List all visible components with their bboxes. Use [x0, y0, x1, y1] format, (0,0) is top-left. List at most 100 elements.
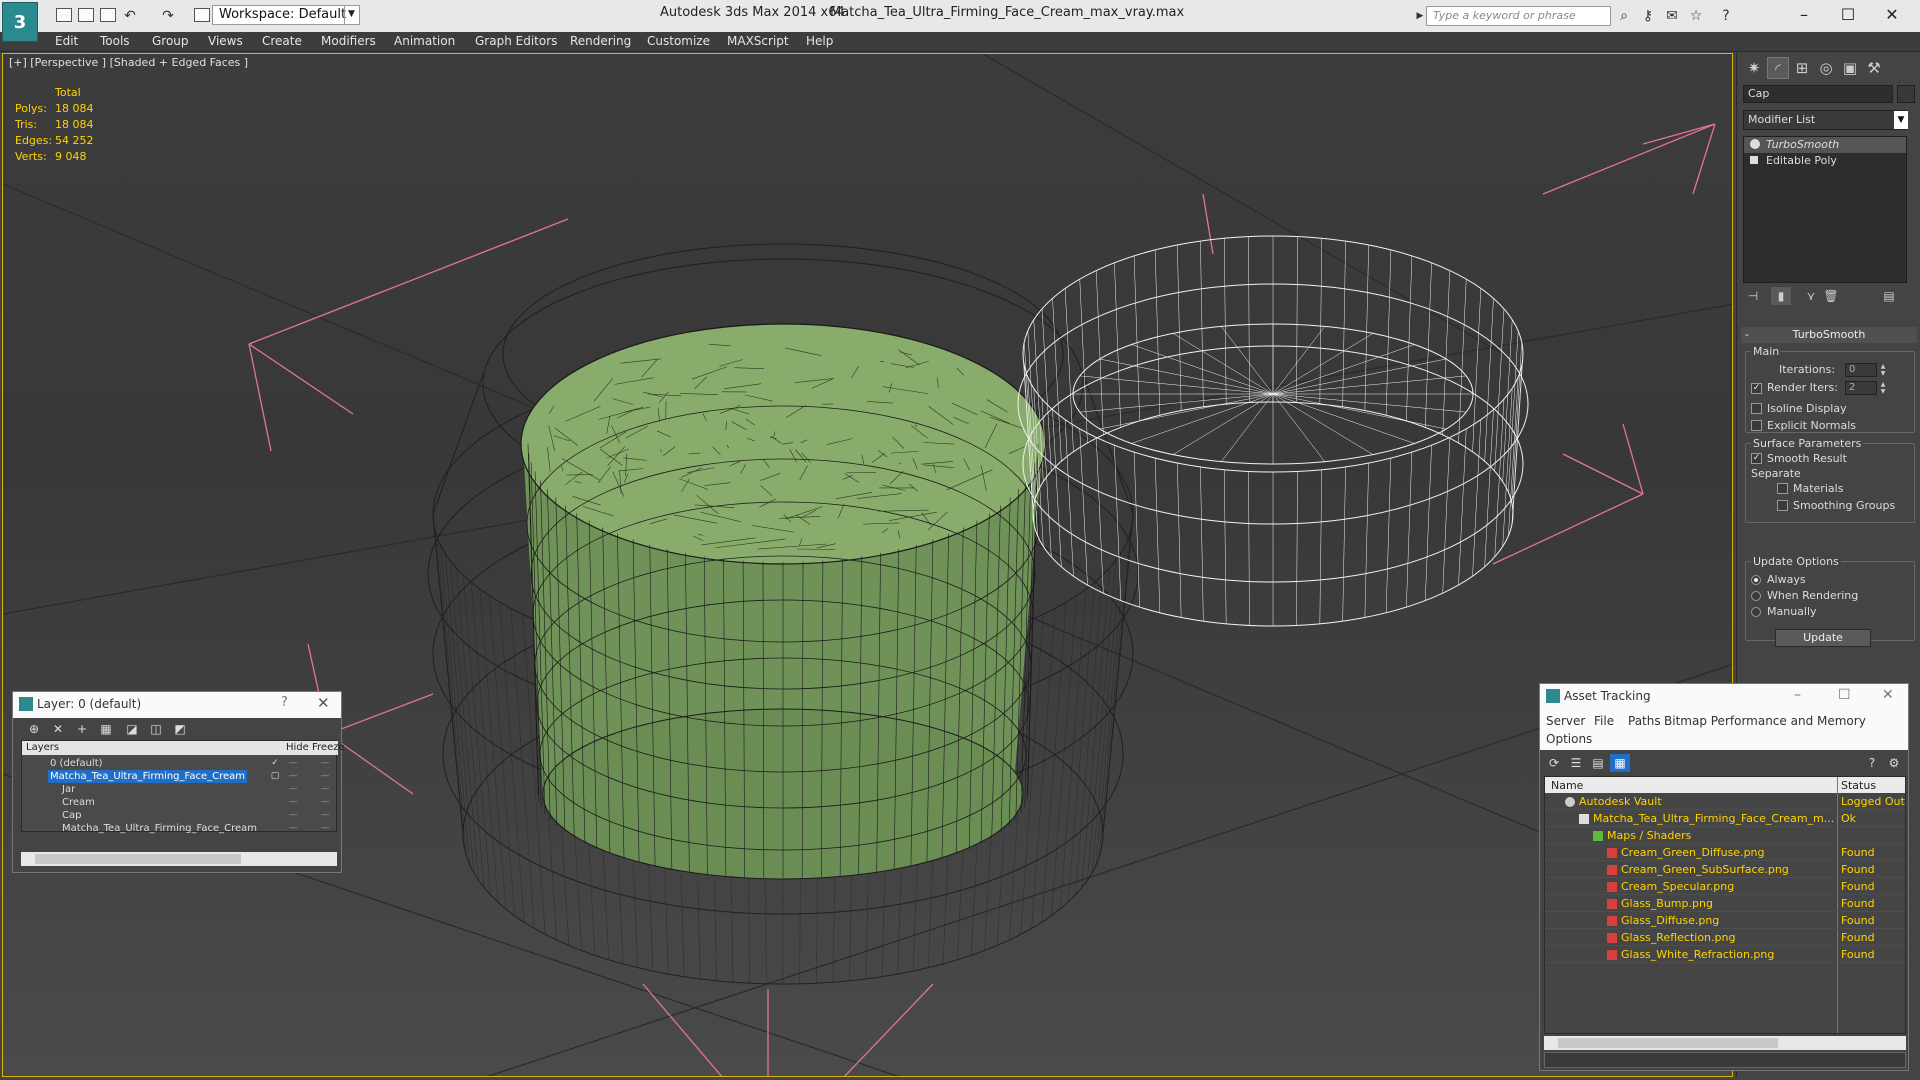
help-icon[interactable]: ?	[1718, 8, 1734, 24]
expand-icon[interactable]	[1750, 156, 1758, 164]
freeze-toggle[interactable]: —	[318, 822, 332, 835]
explicit-normals-checkbox[interactable]	[1751, 420, 1762, 431]
select-objects-icon[interactable]: ▦	[97, 721, 115, 737]
col-hide[interactable]: Hide	[286, 742, 309, 753]
create-tab-icon[interactable]: ✷	[1743, 57, 1765, 79]
create-layer-icon[interactable]: ⊕	[25, 721, 43, 737]
asset-row[interactable]: Cream_Specular.png Found	[1545, 878, 1905, 895]
open-file-icon[interactable]	[78, 8, 94, 22]
workspace-dropdown[interactable]: Workspace: Default	[212, 5, 360, 25]
layer-row[interactable]: Cream — —	[22, 796, 338, 809]
table-view-icon[interactable]: ▦	[1610, 754, 1630, 772]
asset-row[interactable]: Glass_White_Refraction.png Found	[1545, 946, 1905, 963]
freeze-toggle[interactable]: —	[318, 809, 332, 822]
stack-item-turbosmooth[interactable]: TurboSmooth	[1744, 137, 1906, 153]
motion-tab-icon[interactable]: ◎	[1815, 57, 1837, 79]
isoline-checkbox[interactable]	[1751, 403, 1762, 414]
asset-row[interactable]: Autodesk Vault Logged Out	[1545, 793, 1905, 810]
hierarchy-tab-icon[interactable]: ⊞	[1791, 57, 1813, 79]
menu-paths[interactable]: Paths	[1628, 714, 1661, 728]
menu-views[interactable]: Views	[208, 34, 243, 48]
menu-group[interactable]: Group	[152, 34, 189, 48]
render-iters-spinner[interactable]: ▲ ▼	[1879, 381, 1887, 395]
help-icon[interactable]: ?	[281, 695, 288, 710]
hide-toggle[interactable]: —	[286, 796, 300, 809]
hide-toggle[interactable]: —	[286, 783, 300, 796]
close-icon[interactable]: ✕	[317, 694, 330, 712]
turbosmooth-rollout-header[interactable]: TurboSmooth	[1741, 327, 1917, 343]
layer-row[interactable]: Matcha_Tea_Ultra_Firming_Face_Cream ▢ — …	[22, 770, 338, 783]
menu-maxscript[interactable]: MAXScript	[727, 34, 789, 48]
update-button[interactable]: Update	[1775, 629, 1871, 647]
col-layers[interactable]: Layers	[26, 742, 59, 753]
menu-bitmap-performance[interactable]: Bitmap Performance and Memory	[1664, 714, 1866, 728]
object-name-input[interactable]: Cap	[1743, 85, 1893, 103]
object-color-swatch[interactable]	[1897, 85, 1915, 103]
active-check-icon[interactable]: ✓	[268, 757, 282, 770]
freeze-all-icon[interactable]: ◩	[171, 721, 189, 737]
refresh-icon[interactable]: ⟳	[1544, 754, 1564, 772]
minimize-icon[interactable]: –	[1794, 687, 1801, 703]
hide-toggle[interactable]: —	[286, 757, 300, 770]
undo-icon[interactable]: ↶	[122, 8, 138, 24]
freeze-toggle[interactable]: —	[318, 783, 332, 796]
horizontal-scrollbar[interactable]	[1544, 1036, 1906, 1050]
highlight-layer-icon[interactable]: ◪	[123, 721, 141, 737]
remove-modifier-icon[interactable]: 🗑	[1821, 287, 1841, 305]
add-to-layer-icon[interactable]: +	[73, 721, 91, 737]
asset-row[interactable]: Glass_Bump.png Found	[1545, 895, 1905, 912]
layer-window-titlebar[interactable]: Layer: 0 (default) ? ✕	[13, 692, 341, 718]
menu-customize[interactable]: Customize	[647, 34, 710, 48]
menu-edit[interactable]: Edit	[55, 34, 78, 48]
layer-row[interactable]: Cap — —	[22, 809, 338, 822]
scrollbar-thumb[interactable]	[35, 854, 241, 864]
app-logo-icon[interactable]: 3	[2, 2, 38, 42]
pin-stack-icon[interactable]: ⊣	[1743, 287, 1763, 305]
smoothing-groups-checkbox[interactable]	[1777, 500, 1788, 511]
minimize-icon[interactable]: –	[1792, 4, 1816, 26]
close-icon[interactable]: ✕	[1880, 4, 1904, 26]
menu-server[interactable]: Server	[1546, 714, 1585, 728]
display-tab-icon[interactable]: ▣	[1839, 57, 1861, 79]
asset-row[interactable]: Glass_Reflection.png Found	[1545, 929, 1905, 946]
menu-animation[interactable]: Animation	[394, 34, 455, 48]
freeze-toggle[interactable]: —	[318, 796, 332, 809]
maximize-icon[interactable]: ☐	[1836, 4, 1860, 26]
menu-tools[interactable]: Tools	[100, 34, 130, 48]
manually-radio[interactable]	[1751, 607, 1761, 617]
col-name[interactable]: Name	[1551, 779, 1583, 792]
perspective-viewport[interactable]: [+] [Perspective ] [Shaded + Edged Faces…	[2, 53, 1733, 1077]
subscription-icon[interactable]: ⚷	[1640, 8, 1656, 24]
delete-layer-icon[interactable]: ✕	[49, 721, 67, 737]
scrollbar-thumb[interactable]	[1558, 1038, 1778, 1048]
smooth-result-checkbox[interactable]: ✓	[1751, 453, 1762, 464]
menu-rendering[interactable]: Rendering	[570, 34, 631, 48]
search-input[interactable]: Type a keyword or phrase	[1426, 6, 1611, 26]
project-folder-icon[interactable]	[194, 8, 210, 22]
hide-all-icon[interactable]: ◫	[147, 721, 165, 737]
asset-row[interactable]: Matcha_Tea_Ultra_Firming_Face_Cream_m...…	[1545, 810, 1905, 827]
freeze-toggle[interactable]: —	[318, 770, 332, 783]
modifier-list-dropdown[interactable]: Modifier List	[1743, 110, 1907, 130]
asset-window-titlebar[interactable]: Asset Tracking – ☐ ✕	[1540, 684, 1908, 710]
save-file-icon[interactable]	[100, 8, 116, 22]
freeze-toggle[interactable]: —	[318, 757, 332, 770]
menu-create[interactable]: Create	[262, 34, 302, 48]
iterations-spinner[interactable]: ▲ ▼	[1879, 363, 1887, 377]
asset-row[interactable]: Cream_Green_SubSurface.png Found	[1545, 861, 1905, 878]
menu-modifiers[interactable]: Modifiers	[321, 34, 376, 48]
vault-help-icon[interactable]: ?	[1862, 754, 1882, 772]
new-file-icon[interactable]	[56, 8, 72, 22]
binoculars-icon[interactable]: ⌕	[1616, 8, 1632, 24]
materials-checkbox[interactable]	[1777, 483, 1788, 494]
show-end-result-icon[interactable]: ▮	[1771, 287, 1791, 305]
maximize-icon[interactable]: ☐	[1838, 687, 1851, 703]
make-unique-icon[interactable]: ⋎	[1801, 287, 1821, 305]
hide-toggle[interactable]: —	[286, 809, 300, 822]
layer-row[interactable]: 0 (default) ✓ — —	[22, 757, 338, 770]
menu-options[interactable]: Options	[1546, 732, 1592, 746]
asset-row[interactable]: Cream_Green_Diffuse.png Found	[1545, 844, 1905, 861]
active-layer-icon[interactable]: ▢	[268, 770, 282, 783]
modify-tab-icon[interactable]: ◜	[1767, 57, 1789, 79]
menu-file[interactable]: File	[1594, 714, 1614, 728]
